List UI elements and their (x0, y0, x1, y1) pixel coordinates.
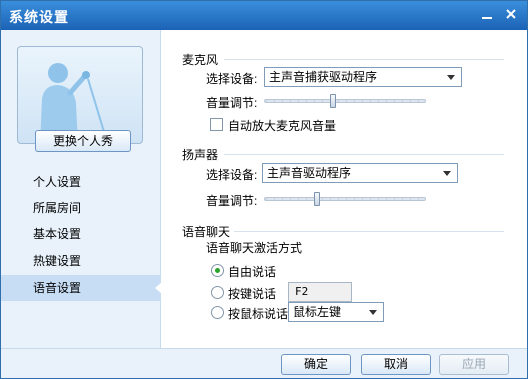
active-pointer-icon (155, 282, 162, 294)
key-talk-label: 按键说话 (228, 287, 277, 301)
sidebar-item-voice[interactable]: 语音设置 (1, 275, 162, 301)
title-bar[interactable]: 系统设置 (1, 1, 527, 30)
speaker-device-value: 主声音驱动程序 (267, 166, 352, 180)
ok-button[interactable]: 确定 (281, 354, 351, 375)
hotkey-input[interactable]: F2 (288, 282, 352, 302)
mic-volume-label: 音量调节: (206, 96, 258, 110)
mic-volume-slider[interactable] (264, 94, 426, 108)
mouse-talk-radio[interactable] (211, 306, 224, 319)
sidebar: 更换个人秀 个人设置 所属房间 基本设置 热键设置 语音设置 (1, 30, 162, 348)
voice-chat-divider (234, 231, 504, 232)
auto-amplify-label: 自动放大麦克风音量 (228, 119, 337, 133)
free-talk-label: 自由说话 (228, 265, 277, 279)
close-button[interactable] (501, 6, 521, 24)
mouse-button-select[interactable]: 鼠标左键 (288, 302, 384, 322)
speaker-device-select[interactable]: 主声音驱动程序 (262, 163, 458, 183)
speaker-section-title: 扬声器 (182, 148, 219, 162)
key-talk-radio[interactable] (211, 286, 224, 299)
mic-device-label: 选择设备: (206, 72, 258, 86)
activation-mode-label: 语音聊天激活方式 (206, 241, 303, 255)
speaker-volume-thumb[interactable] (314, 192, 320, 206)
voice-chat-section-title: 语音聊天 (182, 225, 231, 239)
settings-window: 系统设置 更换个人秀 个人设置 所属房间 基本设置 热键设置 语音设置 麦克风 … (0, 0, 528, 379)
mouse-button-value: 鼠标左键 (293, 305, 342, 319)
voice-settings-panel: 麦克风 选择设备: 主声音捕获驱动程序 音量调节: 自动放大麦克风音量 扬声器 … (162, 30, 527, 348)
auto-amplify-checkbox[interactable] (210, 118, 223, 131)
chevron-down-icon (443, 171, 451, 176)
free-talk-radio[interactable] (211, 264, 224, 277)
mic-device-select[interactable]: 主声音捕获驱动程序 (264, 67, 462, 87)
sidebar-item-voice-label: 语音设置 (33, 281, 82, 295)
microphone-section-title: 麦克风 (182, 53, 219, 67)
mouse-talk-label: 按鼠标说话 (228, 307, 289, 321)
speaker-volume-label: 音量调节: (206, 194, 258, 208)
mic-device-value: 主声音捕获驱动程序 (269, 70, 378, 84)
sidebar-item-hotkey[interactable]: 热键设置 (1, 248, 161, 274)
minimize-button[interactable] (477, 6, 497, 24)
sidebar-item-personal[interactable]: 个人设置 (1, 169, 161, 195)
microphone-divider (224, 59, 504, 60)
speaker-device-label: 选择设备: (206, 168, 258, 182)
cancel-button[interactable]: 取消 (361, 354, 431, 375)
speaker-divider (224, 154, 504, 155)
mic-volume-thumb[interactable] (330, 94, 336, 108)
mic-volume-ticks (266, 99, 424, 103)
chevron-down-icon (447, 75, 455, 80)
speaker-volume-ticks (266, 197, 424, 201)
sidebar-item-room[interactable]: 所属房间 (1, 195, 161, 221)
change-avatar-button[interactable]: 更换个人秀 (35, 130, 131, 152)
sidebar-item-basic[interactable]: 基本设置 (1, 221, 161, 247)
close-icon (506, 9, 516, 19)
dialog-footer: 确定 取消 应用 (1, 348, 527, 378)
speaker-volume-slider[interactable] (264, 192, 426, 206)
minimize-icon (482, 17, 492, 19)
window-title: 系统设置 (9, 9, 69, 25)
chevron-down-icon (369, 310, 377, 315)
apply-button[interactable]: 应用 (439, 354, 509, 375)
